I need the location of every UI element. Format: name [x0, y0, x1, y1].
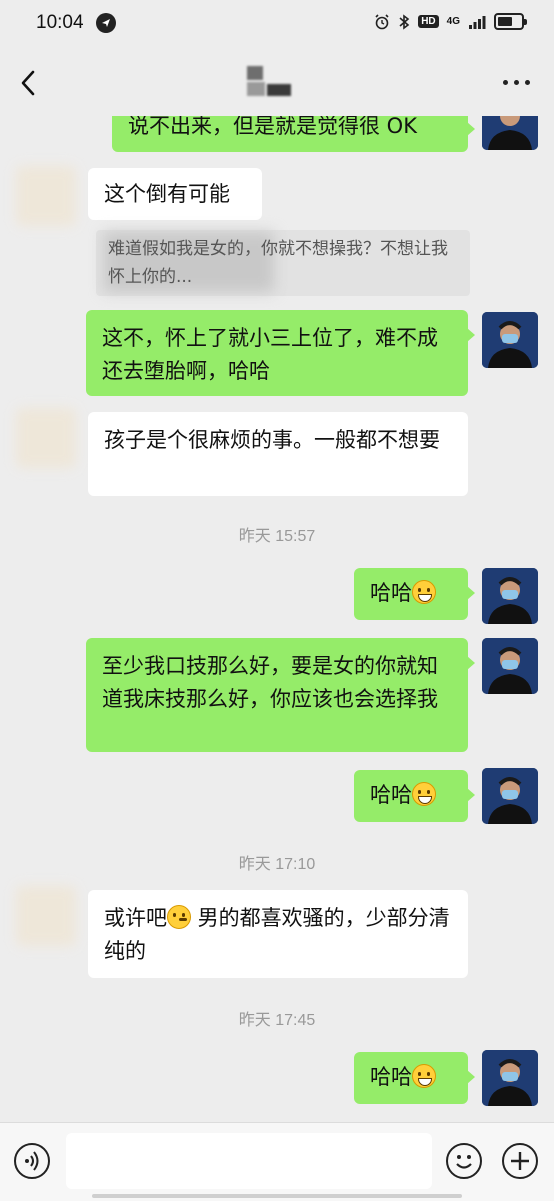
message-bubble-sent[interactable]: 哈哈	[354, 568, 475, 620]
message-text: 或许吧	[104, 906, 167, 930]
message-bubble-sent[interactable]: 说不出来，但是就是觉得很 OK	[112, 116, 475, 152]
smiley-icon	[456, 1155, 472, 1169]
plus-icon	[511, 1152, 529, 1170]
alarm-icon	[375, 13, 389, 29]
timestamp: 昨天 17:45	[238, 1012, 316, 1029]
timestamp: 昨天 17:10	[238, 856, 316, 873]
emoji-button[interactable]	[446, 1143, 482, 1179]
navigation-icon	[96, 13, 116, 33]
message-input[interactable]	[66, 1133, 432, 1189]
status-icons: HD 4G	[374, 13, 527, 30]
message-bubble-sent[interactable]: 至少我口技那么好，要是女的你就知道我床技那么好，你应该也会选择我	[86, 638, 475, 752]
grinning-emoji	[412, 782, 436, 806]
status-bar: 10:04 HD 4G	[0, 0, 554, 50]
message-text: 孩子是个很麻烦的事。一般都不想要	[104, 428, 440, 452]
grinning-emoji	[412, 580, 436, 604]
hd-badge: HD	[418, 15, 439, 28]
avatar-self[interactable]	[482, 312, 538, 368]
input-bar	[0, 1122, 554, 1201]
timestamp: 昨天 15:57	[238, 528, 316, 545]
plus-button[interactable]	[502, 1143, 538, 1179]
avatar-contact[interactable]	[16, 408, 76, 468]
message-text: 至少我口技那么好，要是女的你就知道我床技那么好，你应该也会选择我	[102, 654, 438, 711]
chat-area[interactable]: 说不出来，但是就是觉得很 OK 这个倒有可能 难道假如我是女的，你就不想操我？不…	[0, 116, 554, 1122]
message-bubble-sent[interactable]: 哈哈	[354, 770, 475, 822]
avatar-self[interactable]	[482, 568, 538, 624]
back-button[interactable]	[14, 68, 44, 98]
signal-icon	[469, 15, 486, 29]
voice-icon	[25, 1151, 39, 1171]
message-text: 哈哈	[370, 581, 412, 605]
message-bubble-received[interactable]: 这个倒有可能	[88, 168, 262, 220]
thinking-emoji	[167, 905, 191, 929]
avatar-self[interactable]	[482, 116, 538, 150]
avatar-contact[interactable]	[16, 166, 76, 226]
more-button[interactable]	[503, 80, 530, 85]
message-bubble-received[interactable]: 孩子是个很麻烦的事。一般都不想要	[88, 412, 468, 496]
chevron-left-icon	[21, 70, 35, 96]
network-label: 4G	[446, 15, 460, 27]
message-text: 哈哈	[370, 1065, 412, 1089]
more-dots-icon	[503, 80, 508, 85]
message-text: 这不，怀上了就小三上位了，难不成还去堕胎啊，哈哈	[102, 326, 438, 383]
avatar-contact[interactable]	[16, 886, 76, 946]
message-text: 哈哈	[370, 783, 412, 807]
avatar-self[interactable]	[482, 768, 538, 824]
message-bubble-sent[interactable]: 这不，怀上了就小三上位了，难不成还去堕胎啊，哈哈	[86, 310, 475, 396]
message-text: 说不出来，但是就是觉得很 OK	[128, 116, 417, 138]
status-time: 10:04	[36, 12, 84, 33]
message-bubble-received[interactable]: 或许吧 男的都喜欢骚的，少部分清纯的	[88, 890, 468, 978]
message-bubble-sent[interactable]: 哈哈	[354, 1052, 475, 1104]
contact-name-blurred	[247, 60, 295, 100]
bluetooth-icon	[399, 13, 410, 30]
voice-button[interactable]	[14, 1143, 50, 1179]
quoted-message[interactable]: 难道假如我是女的，你就不想操我？不想让我怀上你的...	[96, 230, 470, 296]
grinning-emoji	[412, 1064, 436, 1088]
chat-header	[0, 50, 554, 116]
battery-icon	[494, 13, 527, 30]
avatar-self[interactable]	[482, 638, 538, 694]
home-indicator	[92, 1194, 462, 1198]
message-text: 这个倒有可能	[104, 182, 230, 206]
avatar-self[interactable]	[482, 1050, 538, 1106]
